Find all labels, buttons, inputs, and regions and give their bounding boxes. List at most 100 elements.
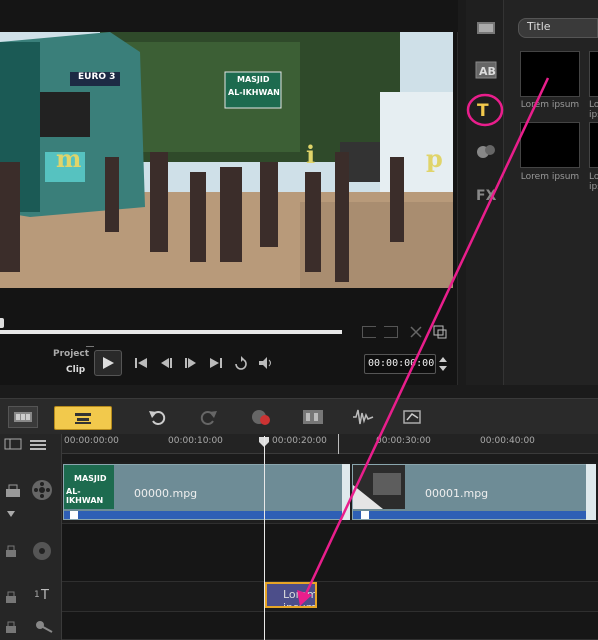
clip-audio-strip xyxy=(353,511,587,519)
split-clip-icon[interactable] xyxy=(408,324,424,340)
mark-out-button[interactable] xyxy=(384,326,398,338)
storyboard-view-button[interactable] xyxy=(8,406,38,428)
overlay-letter-i: i xyxy=(306,140,316,169)
record-capture-button[interactable] xyxy=(250,406,272,428)
title-t-icon: T xyxy=(466,93,504,127)
title-tab-highlight[interactable]: T xyxy=(466,92,506,128)
preview-panel: EURO 3 MASJID AL-IKHWAN m i p Project Cl… xyxy=(0,0,458,385)
play-icon xyxy=(103,357,114,369)
timecode-stepper[interactable] xyxy=(437,354,449,374)
overlay-letter-m: m xyxy=(56,144,82,173)
sound-mixer-button[interactable] xyxy=(302,406,324,428)
ruler-marker xyxy=(338,434,339,454)
ruler-tick-label: 00:00:20:00 xyxy=(272,436,327,446)
redo-button[interactable] xyxy=(198,406,220,428)
clip-end-handle[interactable] xyxy=(586,464,596,520)
title-thumb-3[interactable] xyxy=(520,122,580,168)
speaker-icon xyxy=(259,357,271,369)
track-list-icon[interactable] xyxy=(28,438,48,450)
repeat-button[interactable] xyxy=(230,352,252,374)
svg-text:T: T xyxy=(477,101,489,121)
track-manager-icon[interactable] xyxy=(4,438,22,450)
audio-speaker-icon xyxy=(70,511,78,519)
bus-sign-text: EURO 3 xyxy=(78,72,116,82)
end-button[interactable] xyxy=(205,352,227,374)
undo-button[interactable] xyxy=(146,406,168,428)
title-thumb-label: Lorem ipsum xyxy=(520,172,580,182)
undo-icon xyxy=(149,411,166,425)
clip-thumbnail: MASJID AL-IKHWAN xyxy=(64,465,114,509)
media-library-tab[interactable] xyxy=(474,16,498,40)
voice-track-lock-icon[interactable] xyxy=(4,620,18,634)
redo-icon xyxy=(200,411,217,425)
scrub-bar[interactable] xyxy=(0,330,342,334)
filter-tab[interactable]: FX xyxy=(474,182,498,206)
timeline-view-button[interactable] xyxy=(54,406,112,430)
mark-in-button[interactable] xyxy=(362,326,376,338)
timecode-field[interactable]: 00:00:00:00 xyxy=(364,354,436,374)
clip-thumb-line2: AL-IKHWAN xyxy=(66,487,104,505)
skip-end-icon xyxy=(210,358,222,368)
previous-frame-button[interactable] xyxy=(155,352,177,374)
clip-thumbnail xyxy=(353,465,405,509)
title-track[interactable] xyxy=(62,582,598,612)
ruler-tick-label: 00:00:00:00 xyxy=(64,436,119,446)
title-track-lock-icon[interactable] xyxy=(4,590,18,604)
overlay-track[interactable] xyxy=(62,524,598,582)
mode-clip-label[interactable]: Clip xyxy=(66,365,85,375)
fx-icon: FX xyxy=(476,188,497,203)
transition-tab[interactable]: AB xyxy=(474,58,498,82)
title-thumb-4[interactable] xyxy=(589,122,598,168)
title-thumb-2[interactable] xyxy=(589,51,598,97)
playhead-line xyxy=(264,436,265,640)
track-header-column xyxy=(0,434,62,640)
svg-text:T: T xyxy=(40,588,49,602)
repeat-icon xyxy=(235,356,247,370)
voice-track[interactable] xyxy=(62,612,598,640)
step-back-icon xyxy=(161,358,172,368)
clip-name: 00000.mpg xyxy=(134,487,198,500)
overlay-track-icon xyxy=(30,540,54,562)
ruler-tick-label: 00:00:30:00 xyxy=(376,436,431,446)
video-clip[interactable]: MASJID AL-IKHWAN 00000.mpg xyxy=(63,464,345,520)
motion-tracking-button[interactable] xyxy=(402,406,424,428)
ruler-tick-label: 00:00:10:00 xyxy=(168,436,223,446)
timeline-icon xyxy=(75,413,91,424)
scrub-handle[interactable] xyxy=(0,318,4,328)
motion-track-icon xyxy=(403,410,421,424)
overlay-track-lock-icon[interactable] xyxy=(4,544,18,558)
title-track-number: 1 xyxy=(34,590,40,600)
clip-boundary-handle[interactable] xyxy=(342,464,350,520)
next-frame-button[interactable] xyxy=(180,352,202,374)
title-thumb-1[interactable] xyxy=(520,51,580,97)
stepper-arrows-icon xyxy=(439,357,447,371)
title-clip[interactable]: Lorem ipsum xyxy=(265,582,317,608)
video-track-lock-icon[interactable] xyxy=(4,484,22,498)
clip-name: 00001.mpg xyxy=(425,487,489,500)
home-button[interactable] xyxy=(130,352,152,374)
voice-track-icon xyxy=(34,618,54,634)
clip-thumb-line1: MASJID xyxy=(74,474,107,483)
graphic-icon xyxy=(477,145,495,158)
graphic-tab[interactable] xyxy=(474,140,498,164)
video-preview[interactable]: EURO 3 MASJID AL-IKHWAN m i p xyxy=(0,32,453,288)
transition-ab-icon: AB xyxy=(475,61,497,79)
film-strip-icon xyxy=(477,22,495,34)
storyboard-icon xyxy=(14,412,32,422)
expand-track-icon[interactable] xyxy=(6,510,16,518)
auto-music-button[interactable] xyxy=(352,406,374,428)
ruler-tick-label: 00:00:40:00 xyxy=(480,436,535,446)
play-button[interactable] xyxy=(94,350,122,376)
mixer-icon xyxy=(303,410,323,424)
video-clip[interactable]: 00001.mpg xyxy=(352,464,588,520)
preview-top-bar xyxy=(0,0,458,32)
enlarge-preview-icon[interactable] xyxy=(432,324,448,340)
record-capture-icon xyxy=(252,410,270,425)
mosque-sign-line2: AL-IKHWAN xyxy=(228,88,280,97)
volume-button[interactable] xyxy=(255,352,277,374)
skip-start-icon xyxy=(135,358,147,368)
mode-project-label[interactable]: Project xyxy=(53,349,89,359)
step-forward-icon xyxy=(185,358,196,368)
library-category-dropdown[interactable]: Title xyxy=(518,18,598,38)
title-track-icon: T xyxy=(40,586,54,602)
